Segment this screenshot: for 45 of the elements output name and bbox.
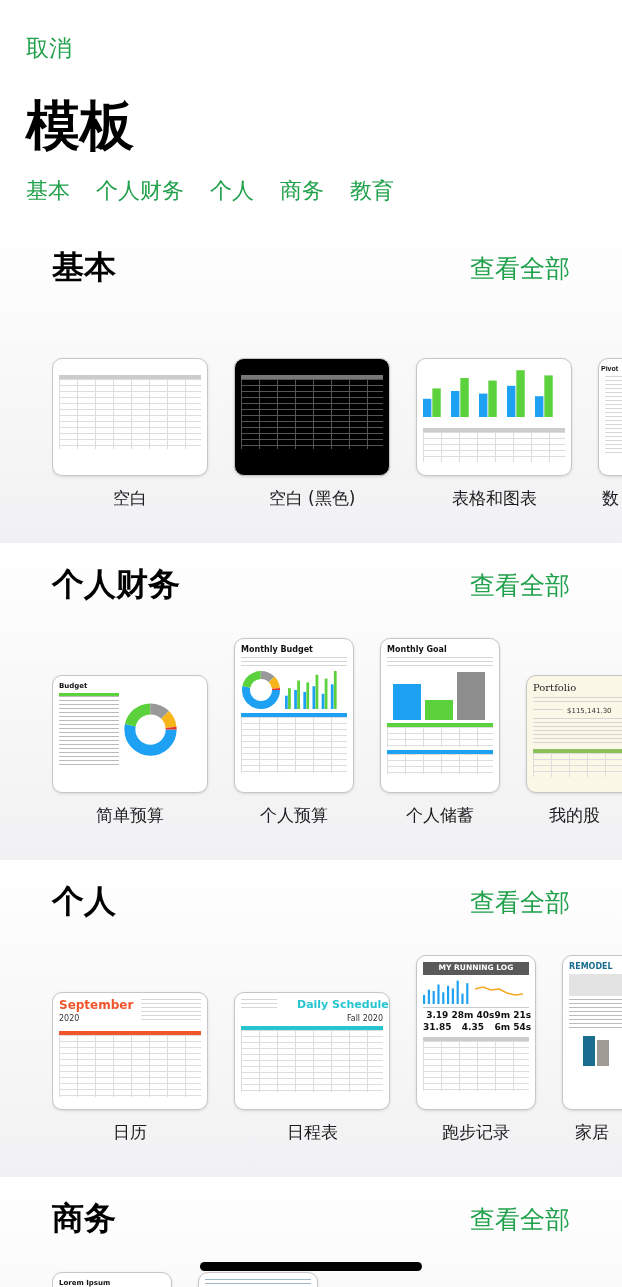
stat-value: 3.19 (426, 1009, 449, 1020)
template-name: 个人预算 (260, 804, 328, 827)
template-name: 我的股 (548, 804, 600, 827)
stat-value: 31.85 (423, 1021, 452, 1032)
section-title: 个人 (52, 881, 116, 922)
template-thumbnail[interactable] (52, 358, 208, 476)
bar-chart-drawing (285, 671, 340, 710)
see-all-link[interactable]: 查看全部 (470, 251, 570, 285)
section-title: 个人财务 (52, 564, 180, 605)
section-title: 基本 (52, 247, 116, 288)
stat-value: 4.35 (461, 1021, 485, 1032)
stat-value: 6m 54s (494, 1021, 532, 1032)
see-all-link[interactable]: 查看全部 (470, 1202, 570, 1236)
see-all-link[interactable]: 查看全部 (470, 568, 570, 602)
template-name: 空白 (黑色) (268, 487, 356, 510)
see-all-link[interactable]: 查看全部 (470, 885, 570, 919)
category-link[interactable]: 商务 (280, 176, 324, 206)
template-name: 日程表 (286, 1121, 338, 1144)
template-name: 跑步记录 (442, 1121, 510, 1144)
cancel-button[interactable]: 取消 (26, 30, 72, 66)
template-name: 家居 (575, 1121, 609, 1144)
section-title: 商务 (52, 1198, 116, 1239)
category-link[interactable]: 个人财务 (96, 176, 184, 206)
category-link[interactable]: 基本 (26, 176, 70, 206)
template-thumbnail[interactable]: REMODEL (562, 955, 622, 1110)
category-link[interactable]: 教育 (350, 176, 394, 206)
line-chart-drawing (475, 985, 523, 996)
stat-value: 28m 40s (451, 1009, 495, 1020)
template-thumbnail[interactable]: Monthly Budget (234, 638, 354, 793)
template-name: 日历 (113, 1121, 147, 1144)
stat-value: 9m 21s (494, 1009, 532, 1020)
template-thumbnail[interactable]: Daily Schedule Fall 2020 (234, 992, 390, 1110)
category-link[interactable]: 个人 (210, 176, 254, 206)
template-name: 空白 (113, 487, 147, 510)
template-thumbnail[interactable] (416, 358, 572, 476)
template-thumbnail[interactable] (234, 358, 390, 476)
donut-chart-drawing (123, 702, 178, 758)
template-name: 数 (601, 487, 619, 510)
donut-chart-drawing (241, 670, 281, 711)
template-name: 简单预算 (96, 804, 164, 827)
template-name: 表格和图表 (451, 487, 537, 510)
template-name: 个人储蓄 (406, 804, 474, 827)
page-title: 模板 (26, 93, 135, 159)
template-thumbnail[interactable]: September 2020 (52, 992, 208, 1110)
template-thumbnail[interactable]: Monthly Goal (380, 638, 500, 793)
